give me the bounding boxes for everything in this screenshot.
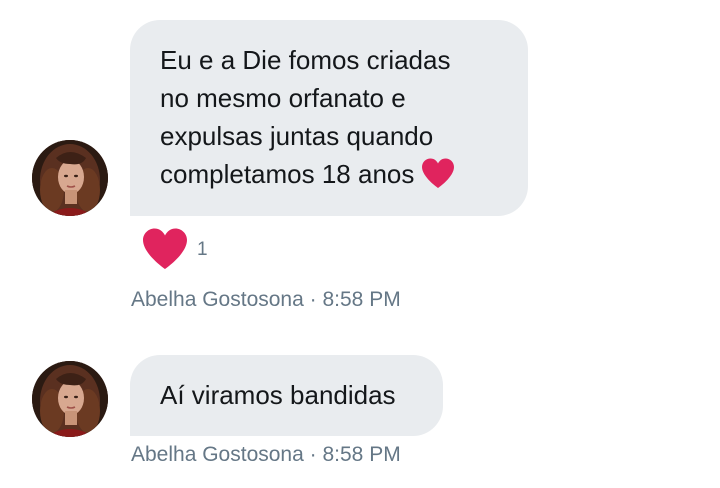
message-text-line: completamos 18 anos <box>160 159 415 189</box>
sender-avatar[interactable] <box>32 361 108 437</box>
message-meta: Abelha Gostosona · 8:58 PM <box>131 288 401 312</box>
message-text-line: expulsas juntas quando <box>160 121 434 151</box>
meta-separator: · <box>309 443 317 466</box>
message-bubble[interactable]: Aí viramos bandidas <box>130 355 443 436</box>
message-time: 8:58 PM <box>322 443 401 466</box>
message-time: 8:58 PM <box>322 288 401 311</box>
reaction-count: 1 <box>197 239 208 260</box>
reaction-summary[interactable]: 1 <box>141 226 208 272</box>
meta-separator: · <box>309 288 317 311</box>
message-text-line-last: completamos 18 anos <box>160 155 498 193</box>
message-text-line: Aí viramos bandidas <box>160 380 396 410</box>
avatar-portrait-icon <box>32 361 108 437</box>
heart-reaction-icon <box>143 228 187 269</box>
message-bubble[interactable]: Eu e a Die fomos criadas no mesmo orfana… <box>130 20 528 216</box>
sender-name[interactable]: Abelha Gostosona <box>131 443 304 466</box>
avatar-portrait-icon <box>32 140 108 216</box>
heart-emoji-icon <box>422 158 455 188</box>
sender-avatar[interactable] <box>32 140 108 216</box>
message-meta: Abelha Gostosona · 8:58 PM <box>131 443 401 467</box>
sender-name[interactable]: Abelha Gostosona <box>131 288 304 311</box>
message-text-line: Eu e a Die fomos criadas <box>160 45 451 75</box>
message-text-line: no mesmo orfanato e <box>160 83 406 113</box>
